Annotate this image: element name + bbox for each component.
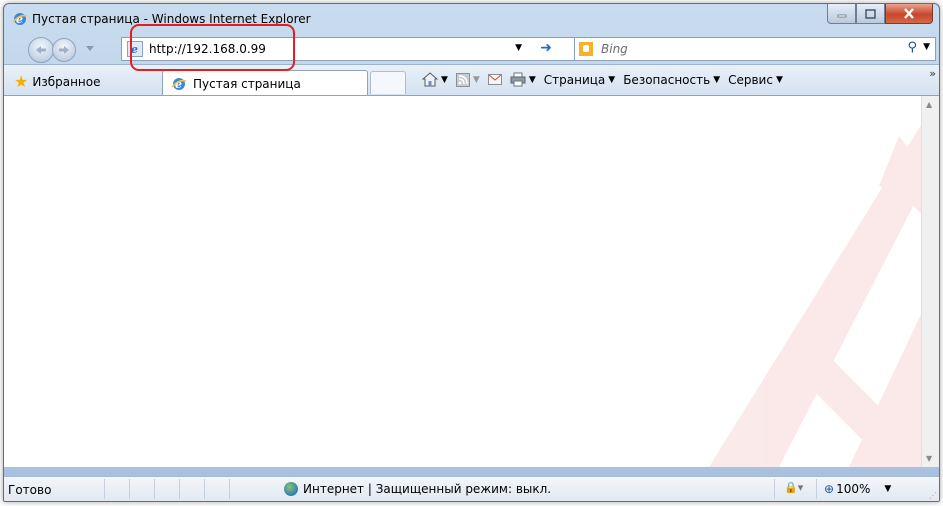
- zoom-control[interactable]: ⊕ 100% ▼: [824, 482, 891, 496]
- ie-logo-icon: e: [12, 13, 28, 26]
- recent-pages-dropdown-icon[interactable]: [86, 46, 94, 52]
- command-bar: ▼ ▼ ▼ Страница ▼ Безопасность ▼ Сервис ▼: [422, 72, 791, 87]
- globe-icon: [284, 482, 298, 496]
- zoom-dropdown-icon[interactable]: ▼: [884, 484, 891, 494]
- home-dropdown-icon[interactable]: ▼: [441, 75, 448, 85]
- favorites-label: Избранное: [32, 74, 101, 89]
- home-button[interactable]: ▼: [422, 72, 448, 87]
- resize-grip-icon[interactable]: ⋰: [929, 491, 937, 500]
- scroll-up-icon[interactable]: ▲: [926, 100, 932, 109]
- favorites-button[interactable]: ★ Избранное: [14, 72, 101, 91]
- more-commands-chevron-icon[interactable]: »: [929, 67, 936, 80]
- page-menu-chevron-icon: ▼: [608, 74, 616, 85]
- address-highlight-circle: [130, 24, 295, 71]
- svg-text:e: e: [175, 78, 182, 91]
- favorites-star-icon: ★: [14, 72, 29, 91]
- status-divider: [129, 479, 130, 499]
- status-divider: [816, 479, 817, 499]
- close-icon: [904, 8, 914, 19]
- feeds-button[interactable]: ▼: [455, 72, 480, 87]
- status-divider: [104, 479, 105, 499]
- search-icon[interactable]: ⚲: [907, 40, 917, 55]
- minimize-button[interactable]: [827, 4, 856, 24]
- maximize-button[interactable]: [856, 4, 885, 24]
- forward-arrow-icon: [59, 46, 69, 54]
- status-text: Готово: [8, 483, 52, 497]
- status-divider: [154, 479, 155, 499]
- status-divider: [204, 479, 205, 499]
- go-arrow-icon[interactable]: ➜: [540, 40, 552, 56]
- tools-menu-chevron-icon: ▼: [775, 74, 783, 85]
- print-button[interactable]: ▼: [510, 72, 536, 87]
- tools-menu-label: Сервис: [728, 72, 773, 87]
- print-dropdown-icon[interactable]: ▼: [529, 75, 536, 85]
- safety-menu[interactable]: Безопасность ▼: [623, 73, 720, 87]
- page-content: ▲ ▼: [4, 95, 939, 467]
- tab-ie-icon: e: [171, 77, 187, 91]
- printer-icon: [510, 72, 526, 87]
- ie-window: e Пустая страница - Windows Internet Exp…: [3, 3, 940, 502]
- caption-buttons: [827, 4, 933, 24]
- scroll-down-icon[interactable]: ▼: [926, 454, 932, 463]
- logo-watermark-icon: [709, 96, 939, 467]
- back-forward-group: [28, 37, 76, 63]
- search-input[interactable]: Bing: [601, 42, 628, 56]
- mail-button[interactable]: [487, 74, 502, 85]
- tab-label: Пустая страница: [193, 76, 301, 91]
- home-icon: [422, 72, 438, 87]
- mail-icon: [487, 74, 502, 85]
- svg-text:e: e: [16, 13, 23, 26]
- zoom-magnifier-icon: ⊕: [824, 482, 835, 496]
- protected-mode-icon[interactable]: 🔒▾: [784, 481, 803, 494]
- feeds-dropdown-icon[interactable]: ▼: [473, 75, 480, 85]
- back-arrow-icon: [36, 46, 46, 54]
- status-divider: [179, 479, 180, 499]
- address-dropdown-icon[interactable]: ▼: [515, 43, 522, 53]
- status-divider: [774, 479, 775, 499]
- minimize-icon: [837, 14, 846, 17]
- safety-menu-chevron-icon: ▼: [713, 74, 721, 85]
- tools-menu[interactable]: Сервис ▼: [728, 73, 783, 87]
- search-dropdown-icon[interactable]: ▼: [923, 42, 930, 52]
- forward-button[interactable]: [52, 38, 76, 62]
- status-bar: Готово Интернет | Защищенный режим: выкл…: [4, 476, 939, 501]
- vertical-scrollbar[interactable]: ▲ ▼: [921, 96, 939, 467]
- rss-feed-icon: [455, 72, 470, 87]
- page-menu-label: Страница: [543, 72, 606, 87]
- safety-menu-label: Безопасность: [623, 72, 711, 87]
- tab-blank-page[interactable]: e Пустая страница: [162, 70, 368, 96]
- status-divider: [229, 479, 230, 499]
- security-zone-text: Интернет | Защищенный режим: выкл.: [303, 482, 552, 496]
- new-tab-button[interactable]: [370, 71, 406, 94]
- back-button[interactable]: [28, 37, 54, 63]
- security-zone[interactable]: Интернет | Защищенный режим: выкл.: [284, 482, 551, 496]
- zoom-level: 100%: [836, 482, 871, 496]
- page-menu[interactable]: Страница ▼: [544, 73, 615, 87]
- close-button[interactable]: [885, 4, 933, 24]
- maximize-icon: [865, 8, 876, 19]
- bing-logo-icon: [579, 42, 593, 56]
- search-box[interactable]: Bing ⚲ ▼: [574, 37, 936, 61]
